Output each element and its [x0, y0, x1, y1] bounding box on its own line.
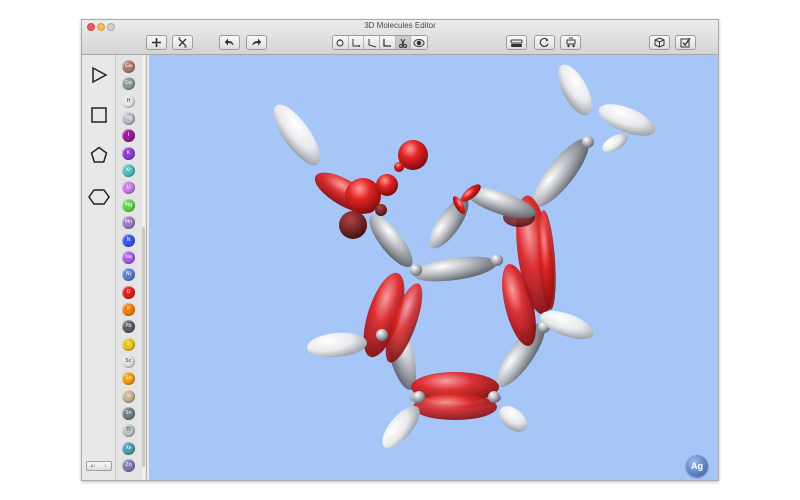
- element-si-button[interactable]: Si: [122, 389, 135, 403]
- rotate-view-icon: [539, 37, 549, 48]
- shapes-panel: [82, 55, 116, 446]
- bond-tool-2-icon: [352, 38, 360, 47]
- undo-button[interactable]: [219, 35, 240, 50]
- orbital-lobe: [499, 406, 527, 432]
- bond-tool-3-icon: [368, 38, 376, 47]
- bond-tool-4-button[interactable]: [380, 36, 396, 49]
- square-shape-button[interactable]: [87, 103, 111, 127]
- bond-tool-4-icon: [383, 38, 392, 47]
- redo-button[interactable]: [246, 35, 267, 50]
- package-icon: [654, 37, 665, 48]
- bond-tool-1-icon: [336, 38, 344, 46]
- hexagon-icon: [88, 189, 110, 205]
- checkbox-button[interactable]: [675, 35, 696, 50]
- bond-tools-segmented-control: [332, 35, 428, 50]
- orbital-lobe: [382, 405, 420, 449]
- scissors-tool-button[interactable]: [395, 36, 412, 49]
- bond-tool-3-button[interactable]: [364, 36, 381, 49]
- element-ti-button[interactable]: Ti: [122, 424, 135, 438]
- molecule-render[interactable]: [149, 55, 718, 481]
- atom-core: [339, 211, 367, 239]
- bond-tool-2-button[interactable]: [348, 36, 365, 49]
- element-i-button[interactable]: I: [122, 129, 135, 143]
- view-toggle-button[interactable]: [506, 35, 527, 50]
- hexagon-shape-button[interactable]: [87, 185, 111, 209]
- atom-core: [376, 329, 388, 341]
- cross-icon: [178, 37, 187, 48]
- orbital-lobe: [413, 394, 497, 420]
- orbital-lobe: [307, 332, 367, 358]
- element-n-button[interactable]: N: [122, 233, 135, 247]
- font-size-stepper[interactable]: A↑ ↕: [86, 461, 112, 471]
- orbital-lobe: [413, 256, 497, 282]
- triangle-icon: [92, 66, 108, 84]
- element-mg-button[interactable]: Mg: [122, 198, 135, 212]
- element-pb-button[interactable]: Pb: [122, 320, 135, 334]
- atom-core: [394, 162, 404, 172]
- atom-core: [413, 391, 425, 403]
- atom-core: [491, 254, 503, 266]
- element-ni-button[interactable]: Ni: [122, 268, 135, 282]
- element-palette: Ga Ge H Hg I K Kr Li Mg Mn N Na Ni O P Pb S Sc Se Si Sn Ti Xe Z…: [116, 55, 147, 480]
- element-badge[interactable]: Ag: [686, 455, 708, 477]
- stepper-right-label[interactable]: ↕: [99, 462, 111, 470]
- undo-arrow-icon: [224, 38, 234, 46]
- triangle-shape-button[interactable]: [87, 63, 111, 87]
- stepper-left-label[interactable]: A↑: [87, 462, 99, 470]
- orbital-lobe: [598, 104, 656, 136]
- element-xe-button[interactable]: Xe: [122, 441, 135, 455]
- palette-scroll-thumb[interactable]: [142, 227, 145, 467]
- orbital-lobe: [558, 64, 592, 116]
- scissors-icon: [399, 38, 408, 48]
- orbital-lobe: [602, 133, 628, 153]
- element-k-button[interactable]: K: [122, 146, 135, 160]
- element-hg-button[interactable]: Hg: [122, 112, 135, 126]
- atom-core: [488, 391, 500, 403]
- checkbox-icon: [680, 37, 691, 48]
- bottom-controls: A↑ ↕: [82, 446, 116, 480]
- bond-tool-1-button[interactable]: [333, 36, 349, 49]
- atom-core: [410, 264, 422, 276]
- trolley-button[interactable]: [560, 35, 581, 50]
- element-h-button[interactable]: H: [122, 94, 135, 108]
- atom-core: [375, 204, 387, 216]
- orbital-tool-button[interactable]: [411, 36, 427, 49]
- element-zn-button[interactable]: Zn: [122, 459, 135, 473]
- atom-core: [582, 136, 594, 148]
- orbital-icon: [413, 38, 425, 47]
- title-toolbar-bar: 3D Molecules Editor: [82, 20, 718, 55]
- element-o-button[interactable]: O: [122, 285, 135, 299]
- redo-arrow-icon: [252, 38, 262, 46]
- element-kr-button[interactable]: Kr: [122, 164, 135, 178]
- element-ge-button[interactable]: Ge: [122, 77, 135, 91]
- app-window: 3D Molecules Editor A↑ ↕ Ga Ge H Hg I K …: [81, 19, 719, 481]
- rotate-view-button[interactable]: [534, 35, 555, 50]
- view-toggle-icon: [510, 39, 523, 47]
- atom-core: [376, 174, 398, 196]
- remove-button[interactable]: [172, 35, 193, 50]
- square-icon: [91, 107, 107, 123]
- element-mn-button[interactable]: Mn: [122, 216, 135, 230]
- element-ga-button[interactable]: Ga: [122, 60, 135, 73]
- window-title: 3D Molecules Editor: [364, 21, 436, 30]
- orbital-lobe: [369, 214, 413, 268]
- trolley-icon: [566, 37, 575, 48]
- element-s-button[interactable]: S: [122, 337, 135, 351]
- element-sc-button[interactable]: Sc: [122, 354, 135, 368]
- element-na-button[interactable]: Na: [122, 250, 135, 264]
- element-p-button[interactable]: P: [122, 302, 135, 316]
- 3d-viewport[interactable]: Ag: [149, 55, 718, 481]
- element-se-button[interactable]: Se: [122, 372, 135, 386]
- element-sn-button[interactable]: Sn: [122, 407, 135, 420]
- orbital-lobe: [429, 197, 469, 249]
- add-button[interactable]: [146, 35, 167, 50]
- plus-icon: [152, 38, 161, 47]
- pentagon-icon: [90, 146, 108, 163]
- package-button[interactable]: [649, 35, 670, 50]
- orbital-lobe: [273, 104, 321, 166]
- element-li-button[interactable]: Li: [122, 181, 135, 195]
- pentagon-shape-button[interactable]: [87, 143, 111, 167]
